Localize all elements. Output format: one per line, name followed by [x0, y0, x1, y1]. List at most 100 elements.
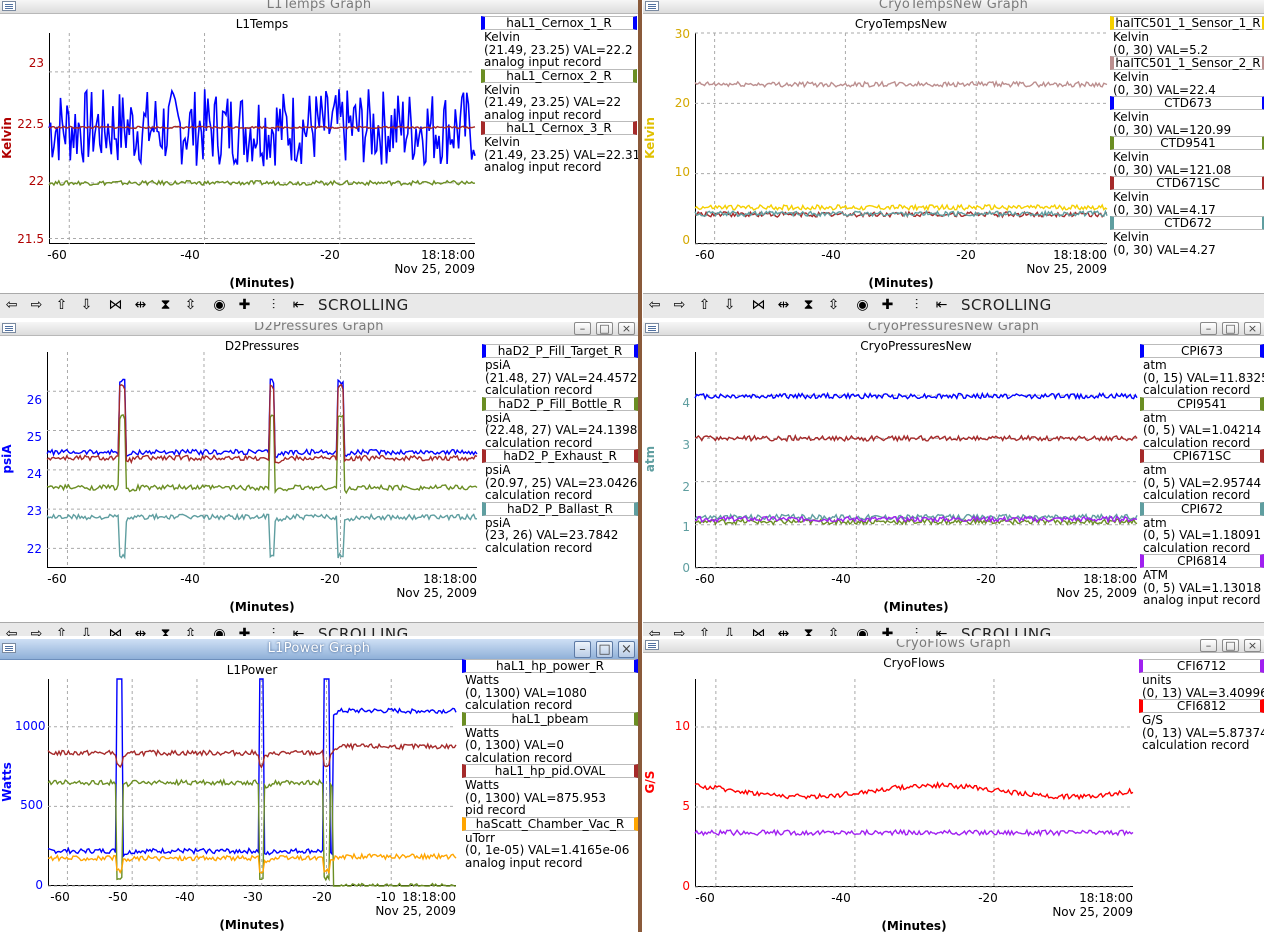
down-arrow-icon[interactable]: ⇩ — [77, 626, 96, 636]
window-titlebar[interactable]: L1Temps Graph — [0, 0, 638, 14]
autoscale-icon[interactable]: ⫶ — [264, 626, 283, 636]
center-icon[interactable]: ◉ — [853, 626, 872, 636]
plot-area[interactable] — [46, 352, 478, 568]
add-icon[interactable]: ✚ — [878, 626, 897, 636]
window-l1temps[interactable]: L1Temps Graph L1Temps Kelvin 23 22.5 22 21.5 -6… — [0, 0, 638, 318]
legend-entry-name[interactable]: haL1_Cernox_3_R — [481, 121, 637, 135]
legend-entry-name[interactable]: CTD671SC — [1110, 176, 1264, 190]
left-arrow-icon[interactable]: ⇦ — [645, 626, 664, 636]
zoom-out-y-icon[interactable]: ⇳ — [824, 297, 843, 314]
window-l1power[interactable]: L1Power Graph – □ × L1Power Watts 1000 500 0 -60 -… — [0, 639, 638, 932]
zoom-out-x-icon[interactable]: ⇹ — [131, 626, 150, 636]
window-divider[interactable] — [638, 0, 642, 932]
legend-entry-name[interactable]: CPI9541 — [1140, 396, 1264, 411]
autoscale-icon[interactable]: ⫶ — [907, 297, 926, 314]
minimize-button[interactable]: – — [574, 322, 591, 335]
window-cryoflows[interactable]: CryoFlows Graph – □ × CryoFlows G/S 10 5 0 -60 -40… — [643, 639, 1264, 932]
up-arrow-icon[interactable]: ⇧ — [695, 297, 714, 314]
close-button[interactable]: × — [618, 322, 635, 335]
legend-entry-name[interactable]: CFI6812 — [1139, 699, 1264, 713]
window-titlebar[interactable]: CryoPressuresNew Graph – □ × — [643, 322, 1264, 336]
undo-icon[interactable]: ⇤ — [932, 297, 951, 314]
legend-entry-name[interactable]: CFI6712 — [1139, 659, 1264, 673]
legend-entry-name[interactable]: CPI6814 — [1140, 554, 1264, 568]
legend-entry-name[interactable]: haL1_Cernox_1_R — [481, 16, 637, 30]
legend-entry-name[interactable]: haScatt_Chamber_Vac_R — [462, 816, 638, 831]
plot-area[interactable] — [694, 32, 1108, 245]
plot-area[interactable] — [694, 352, 1138, 569]
minimize-button[interactable]: – — [1200, 322, 1217, 335]
scrolling-mode-label[interactable]: SCROLLING — [318, 296, 409, 314]
plot-area[interactable] — [694, 679, 1134, 888]
undo-icon[interactable]: ⇤ — [289, 297, 308, 314]
minimize-button[interactable]: – — [1200, 639, 1217, 652]
up-arrow-icon[interactable]: ⇧ — [695, 626, 714, 636]
right-arrow-icon[interactable]: ⇨ — [27, 626, 46, 636]
close-button[interactable]: × — [1244, 639, 1261, 652]
down-arrow-icon[interactable]: ⇩ — [720, 626, 739, 636]
zoom-out-y-icon[interactable]: ⇳ — [824, 626, 843, 636]
window-titlebar[interactable]: L1Power Graph – □ × — [0, 639, 638, 660]
legend-entry-name[interactable]: haL1_Cernox_2_R — [481, 68, 637, 83]
down-arrow-icon[interactable]: ⇩ — [720, 297, 739, 314]
scrolling-mode-label[interactable]: SCROLLING — [961, 296, 1052, 314]
undo-icon[interactable]: ⇤ — [289, 626, 308, 636]
maximize-button[interactable]: □ — [596, 641, 613, 658]
down-arrow-icon[interactable]: ⇩ — [77, 297, 96, 314]
legend-entry-name[interactable]: haL1_pbeam — [462, 711, 638, 726]
zoom-out-y-icon[interactable]: ⇳ — [181, 626, 200, 636]
autoscale-icon[interactable]: ⫶ — [907, 626, 926, 636]
left-arrow-icon[interactable]: ⇦ — [2, 626, 21, 636]
left-arrow-icon[interactable]: ⇦ — [645, 297, 664, 314]
center-icon[interactable]: ◉ — [210, 626, 229, 636]
legend-entry-name[interactable]: CPI673 — [1140, 344, 1264, 358]
zoom-in-y-icon[interactable]: ⧗ — [799, 626, 818, 636]
zoom-in-x-icon[interactable]: ⋈ — [749, 297, 768, 314]
legend-entry-name[interactable]: haD2_P_Ballast_R — [482, 501, 638, 516]
zoom-in-y-icon[interactable]: ⧗ — [799, 297, 818, 314]
right-arrow-icon[interactable]: ⇨ — [670, 626, 689, 636]
legend-entry-name[interactable]: CTD673 — [1110, 96, 1264, 110]
right-arrow-icon[interactable]: ⇨ — [27, 297, 46, 314]
legend-entry-name[interactable]: CPI671SC — [1140, 449, 1264, 463]
zoom-out-x-icon[interactable]: ⇹ — [774, 297, 793, 314]
scrolling-mode-label[interactable]: SCROLLING — [961, 625, 1052, 636]
center-icon[interactable]: ◉ — [210, 297, 229, 314]
legend-entry-name[interactable]: haL1_hp_power_R — [462, 659, 638, 673]
zoom-in-x-icon[interactable]: ⋈ — [106, 297, 125, 314]
scrolling-mode-label[interactable]: SCROLLING — [318, 625, 409, 636]
legend-entry-name[interactable]: haITC501_1_Sensor_2_R — [1110, 56, 1264, 70]
add-icon[interactable]: ✚ — [235, 626, 254, 636]
window-titlebar[interactable]: CryoFlows Graph – □ × — [643, 639, 1264, 653]
add-icon[interactable]: ✚ — [878, 297, 897, 314]
center-icon[interactable]: ◉ — [853, 297, 872, 314]
window-cryotemps[interactable]: CryoTempsNew Graph CryoTempsNew Kelvin 30 20… — [643, 0, 1264, 318]
up-arrow-icon[interactable]: ⇧ — [52, 297, 71, 314]
zoom-in-x-icon[interactable]: ⋈ — [106, 626, 125, 636]
legend-entry-name[interactable]: CTD672 — [1110, 216, 1264, 230]
zoom-in-y-icon[interactable]: ⧗ — [156, 297, 175, 314]
legend-entry-name[interactable]: haD2_P_Fill_Bottle_R — [482, 396, 638, 411]
legend-entry-name[interactable]: CTD9541 — [1110, 136, 1264, 150]
right-arrow-icon[interactable]: ⇨ — [670, 297, 689, 314]
zoom-out-x-icon[interactable]: ⇹ — [774, 626, 793, 636]
plot-area[interactable] — [47, 678, 457, 888]
left-arrow-icon[interactable]: ⇦ — [2, 297, 21, 314]
window-cryopress[interactable]: CryoPressuresNew Graph – □ × CryoPressuresNe… — [643, 322, 1264, 636]
legend-entry-name[interactable]: haITC501_1_Sensor_1_R — [1110, 16, 1264, 30]
autoscale-icon[interactable]: ⫶ — [264, 297, 283, 314]
window-titlebar[interactable]: D2Pressures Graph – □ × — [0, 322, 638, 336]
maximize-button[interactable]: □ — [596, 322, 613, 335]
plot-area[interactable] — [48, 33, 476, 244]
undo-icon[interactable]: ⇤ — [932, 626, 951, 636]
close-button[interactable]: × — [618, 641, 635, 658]
minimize-button[interactable]: – — [574, 641, 591, 658]
legend-entry-name[interactable]: haD2_P_Fill_Target_R — [482, 344, 638, 358]
legend-entry-name[interactable]: haL1_hp_pid.OVAL — [462, 764, 638, 778]
close-button[interactable]: × — [1244, 322, 1261, 335]
maximize-button[interactable]: □ — [1222, 639, 1239, 652]
window-titlebar[interactable]: CryoTempsNew Graph — [643, 0, 1264, 14]
zoom-out-x-icon[interactable]: ⇹ — [131, 297, 150, 314]
zoom-in-y-icon[interactable]: ⧗ — [156, 626, 175, 636]
window-d2press[interactable]: D2Pressures Graph – □ × D2Pressures psiA 26 25 2… — [0, 322, 638, 636]
